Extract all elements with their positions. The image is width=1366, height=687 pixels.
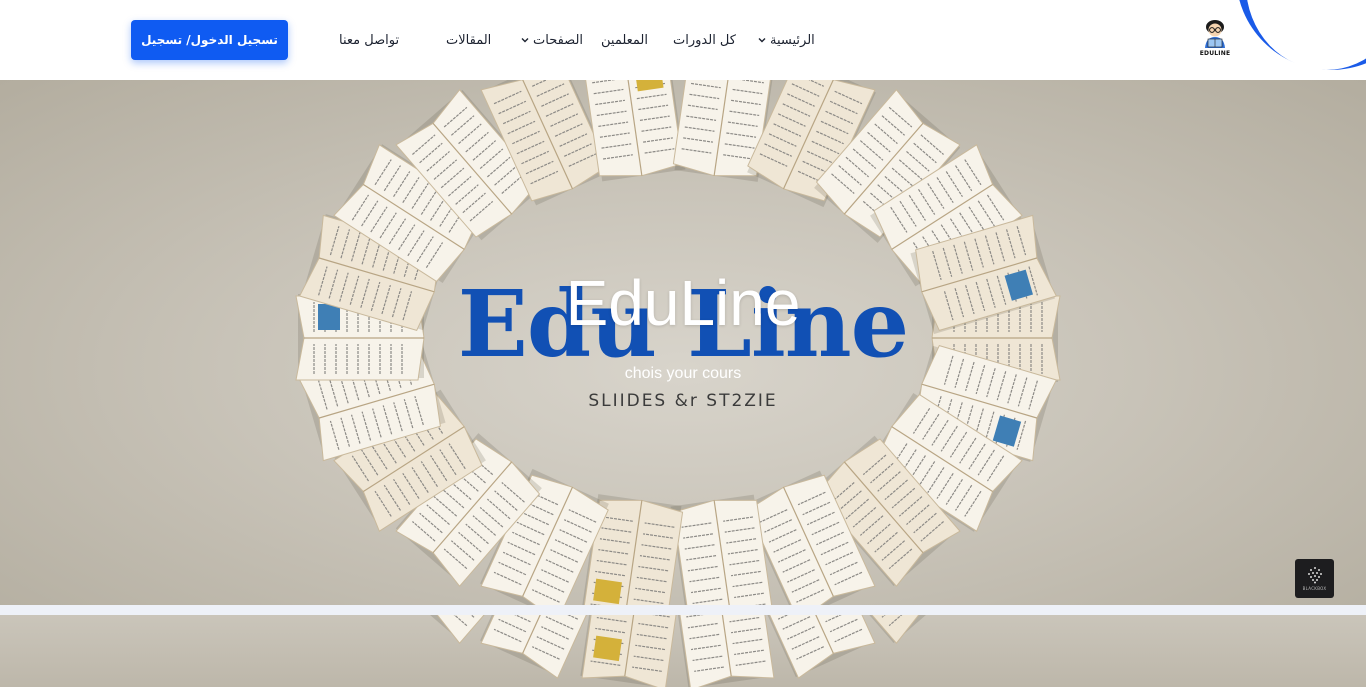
login-register-button[interactable]: تسجيل الدخول/ تسجيل <box>131 20 288 60</box>
blackbox-label: BLACKBOX <box>1302 586 1327 591</box>
site-logo[interactable]: EDULINE <box>1196 19 1234 61</box>
hero-image-subtext: SLIIDES &r ST2ZIE <box>588 391 778 411</box>
nav-item-label: المقالات <box>446 32 492 48</box>
open-book-page <box>670 615 775 687</box>
chevron-down-icon <box>521 38 529 43</box>
nav-item-label: الرئيسية <box>770 32 815 48</box>
secondary-banner <box>0 615 1366 687</box>
open-book-page <box>670 494 775 605</box>
nav-item-home[interactable]: الرئيسية <box>757 31 815 49</box>
blackbox-logo-icon <box>1307 567 1322 584</box>
open-book-page <box>580 615 684 687</box>
section-divider <box>0 605 1366 615</box>
nav-item-teachers[interactable]: المعلمين <box>601 31 648 49</box>
blackbox-widget-button[interactable]: BLACKBOX <box>1295 559 1334 598</box>
site-header: تسجيل الدخول/ تسجيل الرئيسية كل الدورات … <box>0 0 1366 80</box>
nav-item-label: تواصل معنا <box>339 32 400 48</box>
logo-text: EDULINE <box>1199 50 1231 57</box>
nav-item-pages[interactable]: الصفحات <box>520 31 583 49</box>
hero-title: EduLine <box>565 267 801 339</box>
book-ring-illustration <box>395 615 961 687</box>
hero-tagline: chois your cours <box>624 365 742 382</box>
student-reading-icon <box>1205 20 1225 48</box>
nav-item-label: المعلمين <box>601 32 648 48</box>
nav-item-contact[interactable]: تواصل معنا <box>339 31 399 49</box>
hero-banner: Edu Line SLIIDES &r ST2ZIE EduLine chois… <box>0 80 1366 605</box>
chevron-down-icon <box>758 38 766 43</box>
nav-item-label: كل الدورات <box>673 32 736 48</box>
nav-item-all-courses[interactable]: كل الدورات <box>673 31 736 49</box>
nav-item-articles[interactable]: المقالات <box>446 31 491 49</box>
nav-item-label: الصفحات <box>533 32 584 48</box>
